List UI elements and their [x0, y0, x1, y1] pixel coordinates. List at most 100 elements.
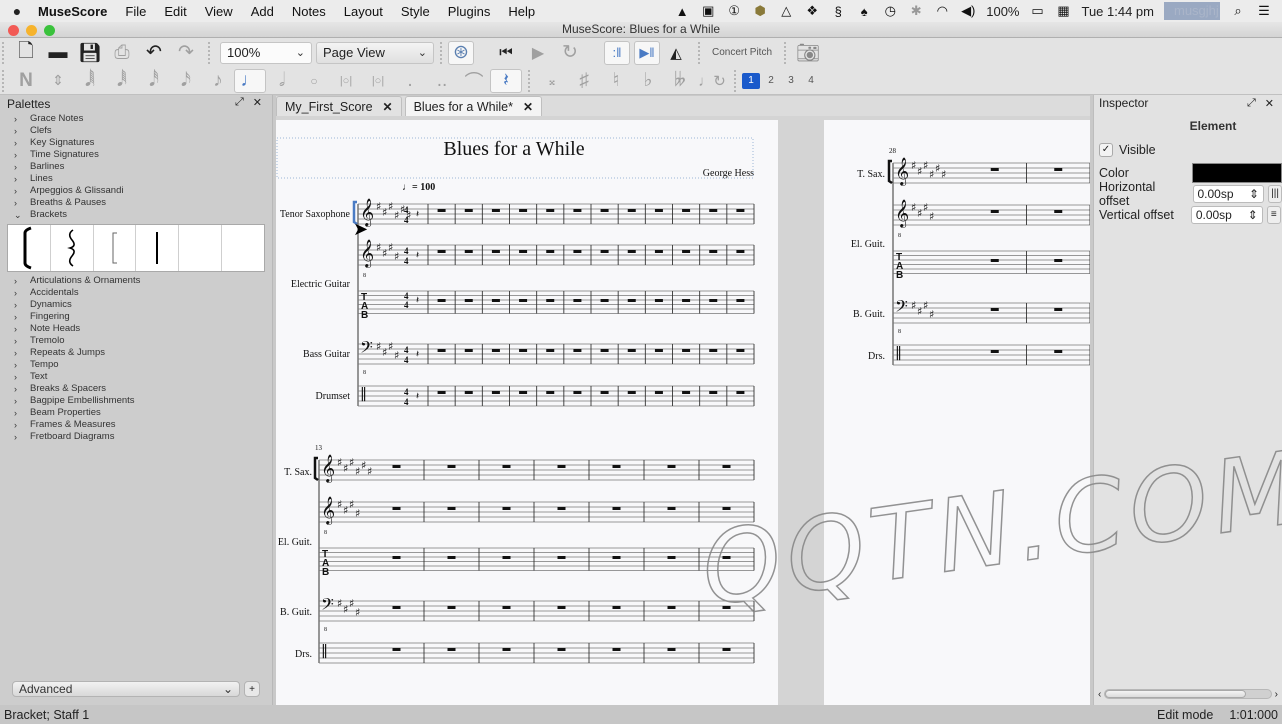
palette-item-tremolo[interactable]: › Tremolo [14, 335, 272, 347]
open-button[interactable]: ▬ [42, 41, 74, 65]
bluetooth-icon[interactable]: ✱ [908, 3, 924, 19]
evernote-icon[interactable]: ♠ [856, 4, 872, 19]
natural-icon[interactable]: ♮ [600, 69, 632, 93]
facetime-icon[interactable]: ▣ [700, 3, 716, 19]
app-menu[interactable]: MuseScore [34, 4, 116, 19]
double-dot-icon[interactable]: .. [426, 69, 458, 93]
midi-input-button[interactable]: ⊛ [448, 40, 474, 65]
menu-help[interactable]: Help [499, 4, 544, 19]
visible-checkbox[interactable]: ✓ [1099, 142, 1113, 157]
square-bracket-cell[interactable] [94, 225, 137, 271]
half-note-icon[interactable]: 𝅗𝅥 [266, 69, 298, 93]
user-menu[interactable]: musgjhj [1164, 2, 1220, 20]
menu-notes[interactable]: Notes [283, 4, 335, 19]
redo-button[interactable]: ↷ [170, 41, 202, 65]
color-swatch[interactable] [1192, 162, 1282, 183]
close-tab-icon[interactable]: ✕ [523, 100, 533, 114]
brace-cell[interactable] [51, 225, 94, 271]
scroll-left-icon[interactable]: ‹ [1098, 689, 1101, 700]
play-button[interactable]: ▶ [522, 41, 554, 65]
32nd-note-icon[interactable]: 𝅘𝅥𝅰 [138, 69, 170, 93]
apple-menu-icon[interactable]: ● [0, 3, 34, 19]
stepper-icon[interactable]: ⇕ [1249, 187, 1259, 201]
palette-item-grace-notes[interactable]: › Grace Notes [14, 113, 272, 125]
palette-item-lines[interactable]: › Lines [14, 173, 272, 185]
zoom-window-button[interactable] [44, 25, 55, 36]
stepper-icon[interactable]: ⇕ [1248, 208, 1258, 222]
longa-icon[interactable]: |○| [362, 69, 394, 93]
menu-view[interactable]: View [196, 4, 242, 19]
eighth-note-icon[interactable]: ♪ [202, 69, 234, 93]
spotlight-icon[interactable]: ⌕ [1230, 3, 1246, 19]
add-workspace-button[interactable]: + [244, 681, 260, 697]
wifi-icon[interactable]: ◠ [934, 3, 950, 19]
undock-icon[interactable]: ⤢ [1247, 97, 1256, 110]
palette-item-tempo[interactable]: › Tempo [14, 359, 272, 371]
voice-3-button[interactable]: 3 [782, 73, 800, 89]
minimize-window-button[interactable] [26, 25, 37, 36]
palette-item-barlines[interactable]: › Barlines [14, 161, 272, 173]
empty-cell[interactable] [222, 225, 264, 271]
zoom-select[interactable]: 100% ⌄ [220, 41, 312, 64]
reset-vertical-offset-button[interactable]: ≡ [1266, 205, 1281, 224]
time-machine-icon[interactable]: ◷ [882, 3, 898, 19]
menu-file[interactable]: File [116, 4, 155, 19]
palette-item-note-heads[interactable]: › Note Heads [14, 323, 272, 335]
concert-pitch-button[interactable]: Concert Pitch [706, 47, 778, 58]
double-flat-icon[interactable]: 𝄫 [664, 69, 696, 93]
clock[interactable]: Tue 1:44 pm [1081, 4, 1154, 19]
workspace-select[interactable]: Advanced ⌄ [12, 681, 240, 697]
voice-4-button[interactable]: 4 [802, 73, 820, 89]
note-input-mode-icon[interactable]: N [10, 69, 42, 93]
palette-item-accidentals[interactable]: › Accidentals [14, 287, 272, 299]
voice-1-button[interactable]: 1 [742, 72, 760, 89]
palette-item-repeats-jumps[interactable]: › Repeats & Jumps [14, 347, 272, 359]
undo-button[interactable]: ↶ [138, 41, 170, 65]
sharp-icon[interactable]: ♯ [568, 69, 600, 93]
flat-icon[interactable]: ♭ [632, 69, 664, 93]
dropbox-icon[interactable]: ❖ [804, 3, 820, 19]
loop-button[interactable]: ↻ [554, 41, 586, 65]
palette-item-dynamics[interactable]: › Dynamics [14, 299, 272, 311]
palette-item-frames-measures[interactable]: › Frames & Measures [14, 419, 272, 431]
close-tab-icon[interactable]: ✕ [383, 100, 393, 114]
palette-item-clefs[interactable]: › Clefs [14, 125, 272, 137]
rewind-button[interactable]: ⏮ [490, 41, 522, 65]
notification-center-icon[interactable]: ☰ [1256, 3, 1272, 19]
palette-item-time-signatures[interactable]: › Time Signatures [14, 149, 272, 161]
menu-style[interactable]: Style [392, 4, 439, 19]
voice-2-button[interactable]: 2 [762, 73, 780, 89]
menu-plugins[interactable]: Plugins [439, 4, 500, 19]
palette-item-fretboard-diagrams[interactable]: › Fretboard Diagrams [14, 431, 272, 443]
1password-icon[interactable]: ① [726, 3, 742, 19]
flip-direction-icon[interactable]: ♩↻ [696, 69, 728, 93]
scrivener-icon[interactable]: § [830, 4, 846, 19]
calendar-icon[interactable]: ▦ [1055, 3, 1071, 19]
adobe-icon[interactable]: ▲ [674, 4, 690, 19]
16th-note-icon[interactable]: 𝅘𝅥𝅯 [170, 69, 202, 93]
inspector-horizontal-scrollbar[interactable]: ‹ › [1098, 688, 1278, 700]
palette-item-fingering[interactable]: › Fingering [14, 311, 272, 323]
palette-item-articulations-ornaments[interactable]: › Articulations & Ornaments [14, 275, 272, 287]
double-whole-note-icon[interactable]: |○| [330, 69, 362, 93]
voice-up-down-icon[interactable]: ⇕ [42, 69, 74, 93]
measure-number[interactable]: 28 [889, 147, 897, 155]
close-icon[interactable]: ✕ [253, 96, 262, 109]
score-canvas[interactable]: Blues for a While George Hess ♩= 100 Tenor … [276, 116, 1090, 705]
whole-note-icon[interactable]: ○ [298, 69, 330, 93]
rest-icon[interactable]: 𝄽 [490, 68, 522, 93]
close-icon[interactable]: ✕ [1265, 97, 1274, 110]
view-mode-select[interactable]: Page View ⌄ [316, 41, 434, 64]
metronome-icon[interactable]: ◭ [660, 41, 692, 65]
volume-icon[interactable]: ◀) [960, 3, 976, 19]
google-drive-icon[interactable]: △ [778, 3, 794, 19]
undock-icon[interactable]: ⤢ [235, 96, 244, 109]
staff-bracket[interactable] [313, 456, 319, 482]
double-sharp-icon[interactable]: 𝄪 [536, 69, 568, 93]
staff-bracket[interactable] [887, 159, 893, 185]
repeat-playback-button[interactable]: :‖ [604, 40, 630, 65]
menu-edit[interactable]: Edit [155, 4, 195, 19]
menu-layout[interactable]: Layout [335, 4, 392, 19]
palette-item-bagpipe-embellishments[interactable]: › Bagpipe Embellishments [14, 395, 272, 407]
palette-item-text[interactable]: › Text [14, 371, 272, 383]
